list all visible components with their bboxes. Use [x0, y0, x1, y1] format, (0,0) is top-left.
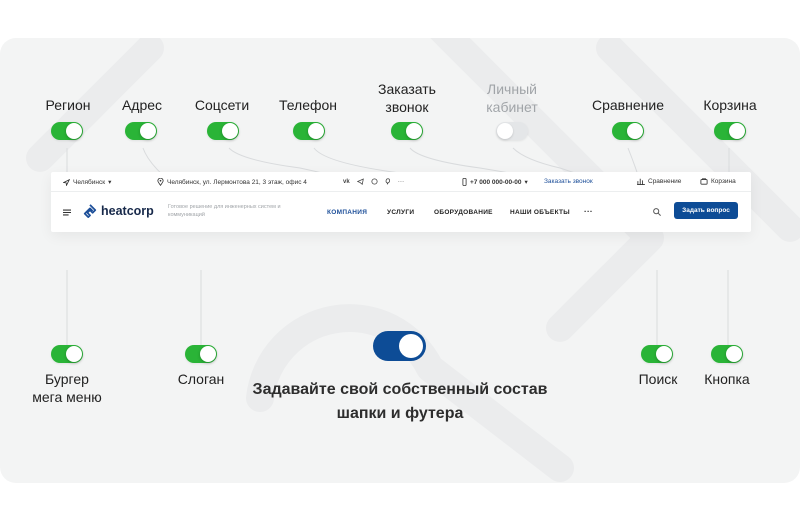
- toggle-knob: [222, 123, 238, 139]
- toggle-label-address: Адрес: [121, 97, 163, 113]
- toggle-label-phone: Телефон: [278, 97, 338, 113]
- logo-text: heatcorp: [101, 204, 154, 218]
- toggle-group-phone: Телефон: [276, 96, 340, 114]
- toggle-knob: [200, 346, 216, 362]
- toggle-knob: [497, 123, 513, 139]
- nav-services[interactable]: УСЛУГИ: [387, 209, 414, 216]
- toggle-group-region: Регион: [36, 96, 100, 114]
- viber-icon[interactable]: [385, 178, 391, 185]
- toggle-burger[interactable]: [51, 345, 83, 363]
- toggle-knob: [66, 346, 82, 362]
- phone-number: +7 000 000-00-00: [470, 178, 522, 186]
- toggle-label-region: Регион: [45, 97, 91, 113]
- header-mainbar: heatcorp Готовое решение для инженерных …: [51, 192, 751, 232]
- toggle-knob: [66, 123, 82, 139]
- chevron-down-icon: ▾: [524, 179, 528, 186]
- toggle-button[interactable]: [711, 345, 743, 363]
- toggle-knob: [656, 346, 672, 362]
- toggle-group-slogan: Слоган: [166, 370, 236, 388]
- social-more-icon[interactable]: ···: [398, 178, 405, 185]
- header-phone[interactable]: +7 000 000-00-00 ▾: [462, 178, 528, 186]
- toggle-knob: [726, 346, 742, 362]
- toggle-knob: [399, 334, 423, 358]
- toggle-label-slogan: Слоган: [177, 371, 225, 387]
- toggle-group-button: Кнопка: [695, 370, 759, 388]
- toggle-label-search: Поиск: [638, 371, 678, 387]
- search-icon[interactable]: [653, 208, 661, 216]
- toggle-label-burger: Бургер мега меню: [32, 371, 102, 405]
- toggle-group-burger: Бургер мега меню: [22, 370, 112, 406]
- toggle-knob: [406, 123, 422, 139]
- whatsapp-icon[interactable]: [371, 178, 378, 185]
- toggle-label-cart: Корзина: [703, 97, 757, 113]
- nav-equipment[interactable]: ОБОРУДОВАНИЕ: [434, 209, 493, 216]
- toggle-knob: [308, 123, 324, 139]
- toggle-address[interactable]: [125, 122, 157, 140]
- compare-link[interactable]: Сравнение: [637, 178, 681, 185]
- region-selector[interactable]: Челябинск ▾: [63, 178, 111, 186]
- nav-company[interactable]: КОМПАНИЯ: [327, 209, 367, 216]
- header-topbar: Челябинск ▾ Челябинск, ул. Лермонтова 21…: [51, 172, 751, 192]
- toggle-group-address: Адрес: [110, 96, 174, 114]
- toggle-group-search: Поиск: [628, 370, 688, 388]
- nav-projects[interactable]: НАШИ ОБЪЕКТЫ: [510, 209, 570, 216]
- toggle-group-account: Личный кабинет: [472, 80, 552, 116]
- nav-more[interactable]: ···: [584, 207, 593, 216]
- compare-icon: [637, 178, 645, 185]
- ask-question-button[interactable]: Задать вопрос: [674, 202, 738, 219]
- cart-link[interactable]: Корзина: [700, 178, 736, 185]
- social-links: vk ···: [343, 178, 404, 185]
- toggle-label-account: Личный кабинет: [486, 81, 538, 115]
- toggle-group-social: Соцсети: [190, 96, 254, 114]
- toggle-slogan[interactable]: [185, 345, 217, 363]
- logo-icon: [83, 204, 97, 218]
- region-city: Челябинск: [73, 178, 106, 186]
- map-pin-icon: [157, 178, 164, 186]
- toggle-group-cart: Корзина: [694, 96, 766, 114]
- header-slogan: Готовое решение для инженерных систем и …: [168, 204, 281, 218]
- toggle-callback[interactable]: [391, 122, 423, 140]
- toggle-group-callback: Заказать звонок: [367, 80, 447, 116]
- toggle-knob: [140, 123, 156, 139]
- compare-label: Сравнение: [648, 178, 682, 185]
- toggle-cart[interactable]: [714, 122, 746, 140]
- site-logo[interactable]: heatcorp: [83, 204, 154, 218]
- headline: Задавайте свой собственный состав шапки …: [252, 381, 548, 422]
- address-text: Челябинск, ул. Лермонтова 21, 3 этаж, оф…: [167, 178, 307, 186]
- chevron-down-icon: ▾: [108, 179, 112, 186]
- toggle-knob: [627, 123, 643, 139]
- toggle-search[interactable]: [641, 345, 673, 363]
- cart-icon: [700, 178, 708, 185]
- toggle-social[interactable]: [207, 122, 239, 140]
- toggle-phone[interactable]: [293, 122, 325, 140]
- toggle-compare[interactable]: [612, 122, 644, 140]
- site-header-preview: Челябинск ▾ Челябинск, ул. Лермонтова 21…: [51, 172, 751, 232]
- burger-icon[interactable]: [63, 209, 71, 216]
- callback-link[interactable]: Заказать звонок: [544, 178, 593, 185]
- phone-icon: [462, 178, 467, 186]
- vk-icon[interactable]: vk: [343, 179, 350, 185]
- location-icon: [63, 178, 70, 186]
- toggle-group-compare: Сравнение: [588, 96, 668, 114]
- toggle-label-social: Соцсети: [194, 97, 250, 113]
- header-address: Челябинск, ул. Лермонтова 21, 3 этаж, оф…: [157, 178, 307, 186]
- toggle-knob: [729, 123, 745, 139]
- master-toggle[interactable]: [373, 331, 426, 361]
- toggle-label-button: Кнопка: [704, 371, 750, 387]
- telegram-icon[interactable]: [356, 178, 364, 185]
- toggle-label-compare: Сравнение: [592, 97, 664, 113]
- toggle-label-callback: Заказать звонок: [378, 81, 436, 115]
- toggle-region[interactable]: [51, 122, 83, 140]
- cart-label: Корзина: [711, 178, 736, 185]
- toggle-account[interactable]: [496, 122, 528, 140]
